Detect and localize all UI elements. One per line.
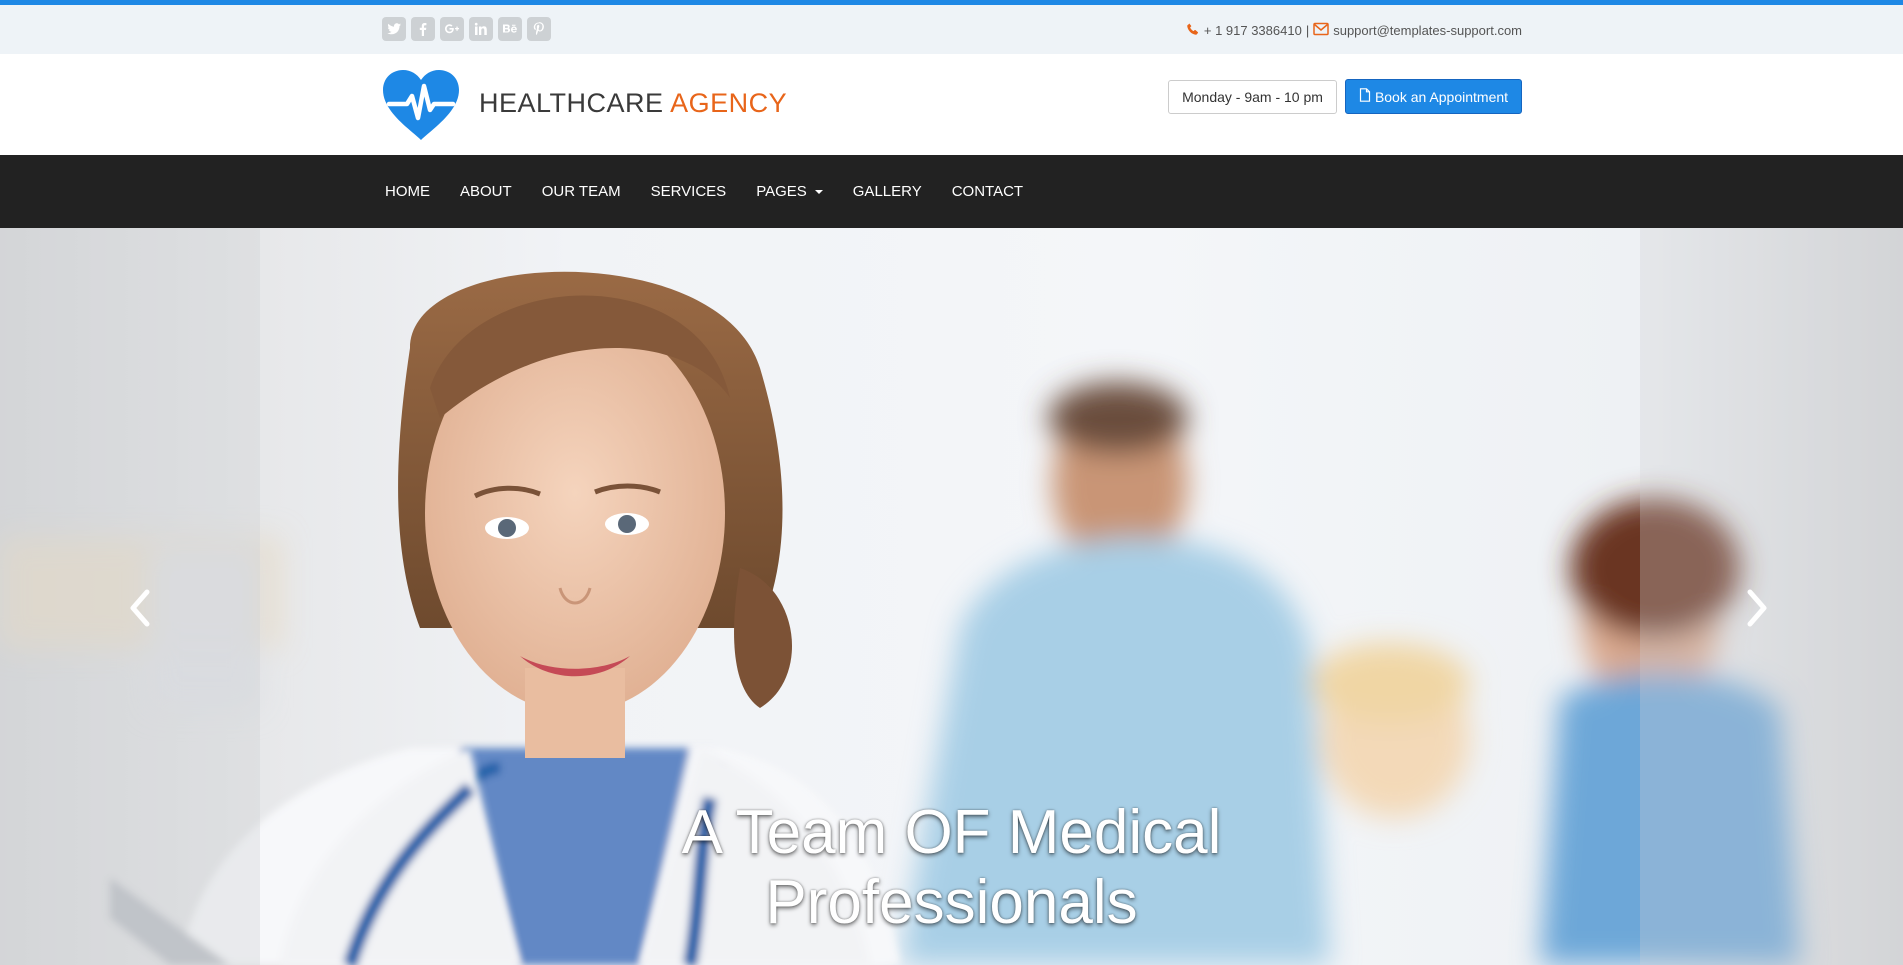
contact-info: + 1 917 3386410 | support@templates-supp…	[1186, 22, 1522, 39]
carousel-next-chevron-icon[interactable]	[1742, 588, 1772, 628]
brand-name-part1: HEALTHCARE	[479, 88, 664, 118]
document-icon	[1359, 88, 1371, 105]
pinterest-icon[interactable]	[527, 17, 551, 41]
opening-hours-button[interactable]: Monday - 9am - 10 pm	[1168, 80, 1337, 114]
linkedin-icon[interactable]	[469, 17, 493, 41]
brand-name[interactable]: HEALTHCARE AGENCY	[479, 88, 787, 119]
topbar: + 1 917 3386410 | support@templates-supp…	[0, 5, 1903, 54]
nav-item-pages-label: PAGES	[756, 183, 807, 200]
nav-item-services[interactable]: SERVICES	[636, 183, 742, 200]
nav-item-contact[interactable]: CONTACT	[937, 183, 1038, 200]
hero-caption-line2: Professionals	[765, 868, 1138, 937]
nav-item-home[interactable]: HOME	[370, 183, 445, 200]
main-navbar: HOME ABOUT OUR TEAM SERVICES PAGES GALLE…	[0, 155, 1903, 228]
header: HEALTHCARE AGENCY Monday - 9am - 10 pm B…	[0, 54, 1903, 155]
email-link[interactable]: support@templates-support.com	[1333, 23, 1522, 38]
phone-number: + 1 917 3386410	[1203, 23, 1302, 38]
nav-item-our-team[interactable]: OUR TEAM	[527, 183, 636, 200]
nav-item-about[interactable]: ABOUT	[445, 183, 527, 200]
heart-pulse-logo-icon[interactable]	[381, 70, 461, 142]
brand-name-part2: AGENCY	[670, 88, 788, 118]
phone-icon	[1186, 22, 1200, 39]
behance-icon[interactable]	[498, 17, 522, 41]
facebook-icon[interactable]	[411, 17, 435, 41]
hero-caption: A Team OF Medical Professionals	[0, 798, 1903, 938]
google-plus-icon[interactable]	[440, 17, 464, 41]
hero-carousel: A Team OF Medical Professionals	[0, 228, 1903, 965]
carousel-prev-chevron-icon[interactable]	[125, 588, 155, 628]
twitter-icon[interactable]	[382, 17, 406, 41]
nav-item-pages[interactable]: PAGES	[741, 183, 838, 200]
envelope-icon	[1313, 22, 1329, 39]
social-links	[382, 17, 551, 41]
book-appointment-label: Book an Appointment	[1374, 88, 1509, 105]
nav-item-gallery[interactable]: GALLERY	[838, 183, 937, 200]
hero-caption-line1: A Team OF Medical	[681, 798, 1222, 867]
caret-down-icon	[814, 189, 823, 194]
book-appointment-button[interactable]: Book an Appointment	[1345, 79, 1522, 114]
contact-separator: |	[1305, 23, 1310, 38]
